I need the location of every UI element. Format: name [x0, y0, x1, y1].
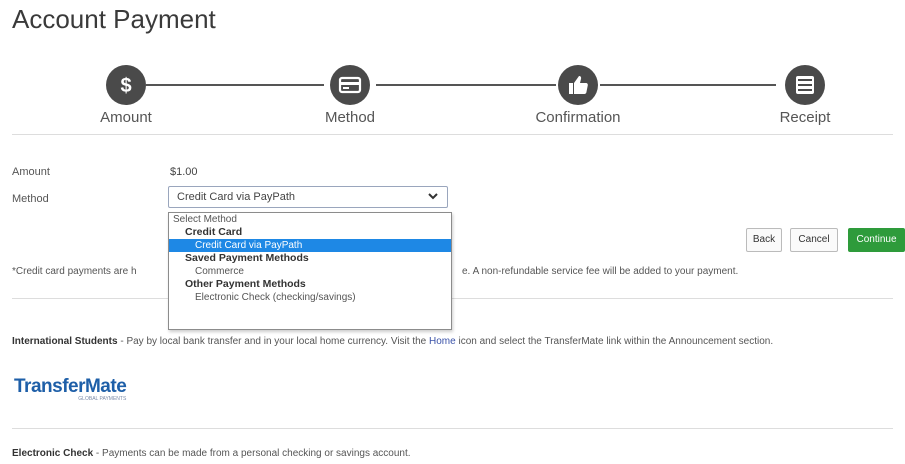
credit-card-icon	[330, 65, 370, 105]
method-select-value: Credit Card via PayPath	[177, 191, 295, 203]
step-confirmation: Confirmation	[508, 60, 648, 126]
home-link[interactable]: Home	[429, 336, 456, 347]
international-text: icon and select the TransferMate link wi…	[455, 336, 774, 347]
dropdown-group-label: Credit Card	[185, 226, 243, 238]
credit-card-notice-tail: e. A non-refundable service fee will be …	[462, 266, 739, 277]
dollar-icon: $	[106, 65, 146, 105]
step-label: Method	[324, 109, 376, 126]
step-amount: $ Amount	[56, 60, 196, 126]
amount-label: Amount	[12, 166, 50, 178]
step-label: Confirmation	[535, 109, 621, 126]
back-button[interactable]: Back	[746, 228, 782, 252]
payment-stepper: $ Amount Method Confirmation Receipt	[0, 60, 905, 130]
dropdown-group-label: Saved Payment Methods	[185, 252, 309, 264]
international-heading: International Students	[12, 336, 118, 347]
dropdown-option[interactable]: Electronic Check (checking/savings)	[169, 291, 451, 304]
step-receipt: Receipt	[735, 60, 875, 126]
international-text: - Pay by local bank transfer and in your…	[117, 336, 430, 347]
method-dropdown-list: Select Method Credit Card Credit Card vi…	[168, 212, 452, 330]
dropdown-option-selected[interactable]: Credit Card via PayPath	[169, 239, 451, 252]
transfermate-logo[interactable]: TransferMate GLOBAL PAYMENTS	[14, 376, 127, 402]
dropdown-option[interactable]: Commerce	[169, 265, 451, 278]
step-label: Amount	[100, 109, 152, 126]
international-students-paragraph: International Students - Pay by local ba…	[12, 334, 872, 350]
step-label: Receipt	[779, 109, 831, 126]
continue-button[interactable]: Continue	[848, 228, 905, 252]
transfermate-logo-text: TransferMate	[14, 376, 127, 397]
cancel-button[interactable]: Cancel	[790, 228, 838, 252]
divider	[12, 298, 893, 299]
amount-value: $1.00	[170, 166, 198, 178]
chevron-down-icon	[427, 190, 439, 205]
electronic-check-text: - Payments can be made from a personal c…	[93, 448, 411, 459]
dropdown-group-label: Other Payment Methods	[185, 278, 306, 290]
electronic-check-heading: Electronic Check	[12, 448, 94, 459]
divider	[12, 134, 893, 135]
method-label: Method	[12, 193, 49, 205]
list-icon	[785, 65, 825, 105]
page-title: Account Payment	[12, 4, 216, 34]
divider	[12, 428, 893, 429]
electronic-check-paragraph: Electronic Check - Payments can be made …	[12, 446, 411, 462]
step-method: Method	[280, 60, 420, 126]
dropdown-option[interactable]: Select Method	[169, 213, 451, 226]
thumbs-up-icon	[558, 65, 598, 105]
method-select[interactable]: Credit Card via PayPath	[168, 186, 448, 208]
credit-card-notice: *Credit card payments are h	[12, 266, 137, 277]
svg-text:$: $	[120, 75, 131, 97]
